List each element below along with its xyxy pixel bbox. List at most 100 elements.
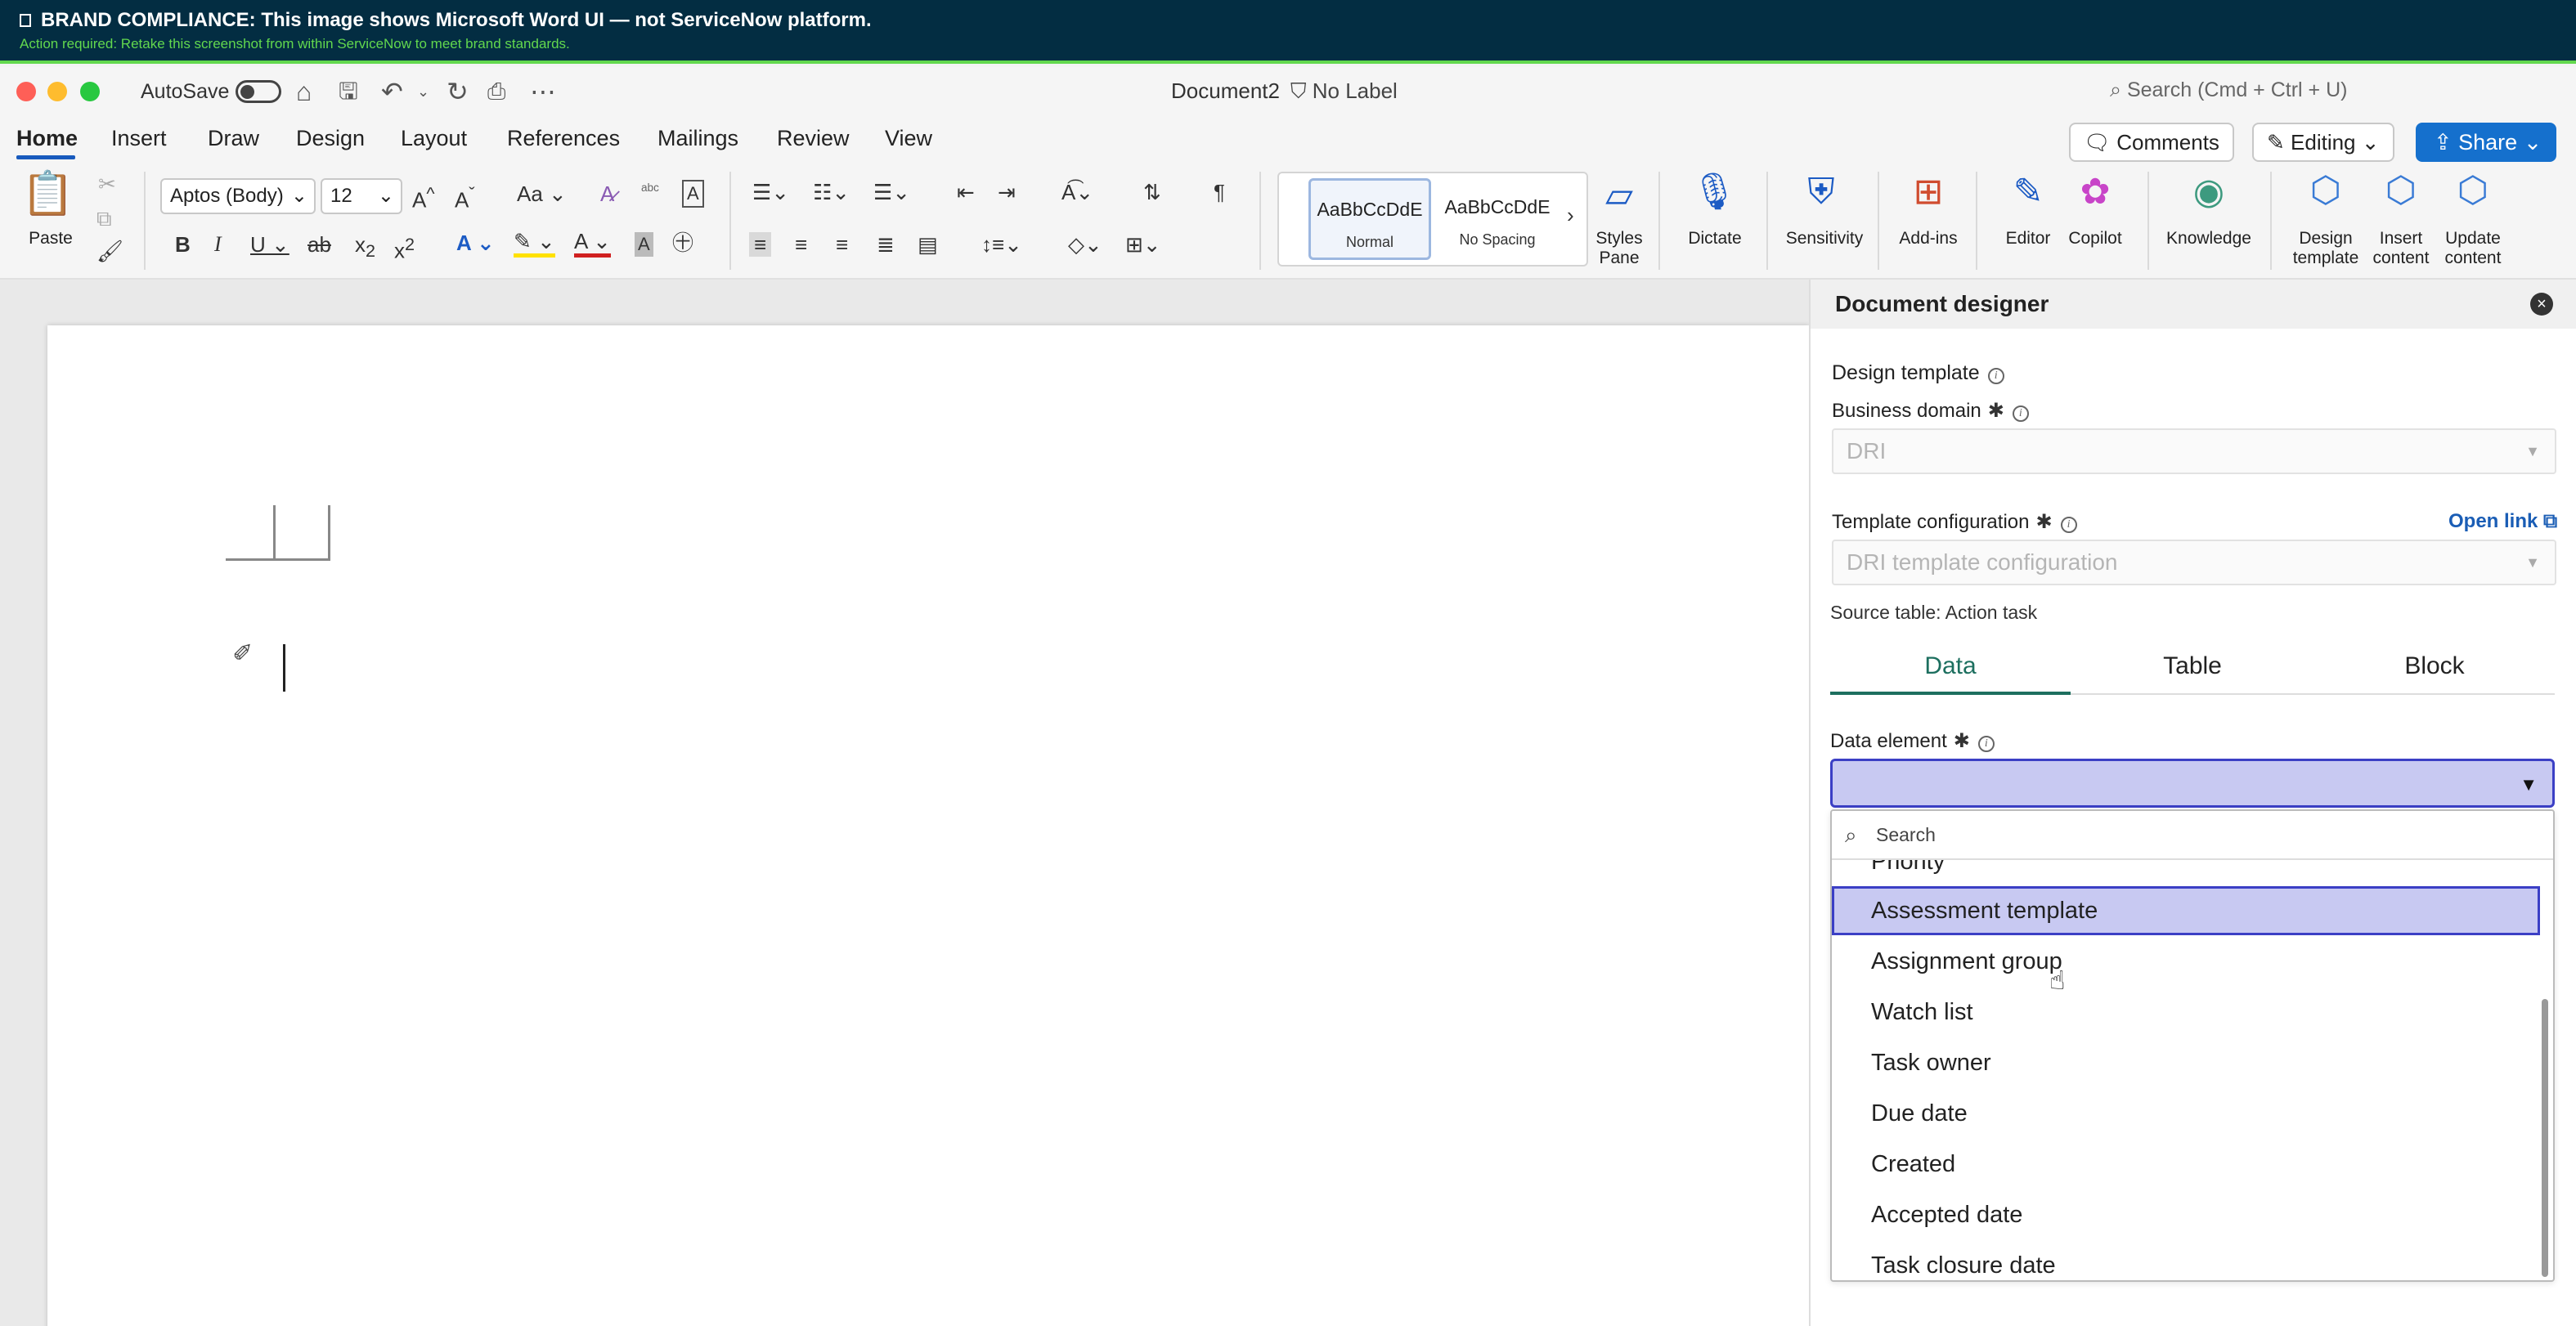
bold-icon[interactable]: B — [175, 232, 191, 257]
change-case-button[interactable]: Aa ⌄ — [517, 181, 567, 206]
add-ins-icon[interactable]: ⊞ — [1902, 172, 1954, 213]
tab-review[interactable]: Review — [777, 126, 850, 151]
tab-layout[interactable]: Layout — [401, 126, 467, 151]
open-link[interactable]: Open link ⧉ — [2448, 510, 2557, 533]
text-effects-abc-icon[interactable]: ᵃᵇᶜ — [641, 178, 659, 203]
business-domain-select[interactable]: DRI ▼ — [1832, 428, 2556, 474]
insert-content-icon[interactable]: ⬡ — [2375, 170, 2427, 211]
style-no-spacing[interactable]: AaBbCcDdE No Spacing — [1436, 178, 1559, 260]
text-effects-icon[interactable]: A ⌄ — [456, 231, 495, 255]
decrease-indent-icon[interactable]: ⇤ — [957, 180, 975, 204]
tab-mailings[interactable]: Mailings — [657, 126, 738, 151]
search-input[interactable]: ⌕ Search (Cmd + Ctrl + U) — [2110, 78, 2347, 102]
align-right-icon[interactable]: ≡ — [836, 232, 848, 257]
text-box-icon[interactable]: A — [682, 180, 704, 208]
increase-indent-icon[interactable]: ⇥ — [998, 180, 1016, 204]
knowledge-icon[interactable]: ◉ — [2180, 172, 2237, 213]
tab-insert[interactable]: Insert — [111, 126, 167, 151]
option-watch-list[interactable]: Watch list — [1832, 988, 2540, 1037]
option-created[interactable]: Created — [1832, 1140, 2540, 1189]
clear-formatting-icon[interactable]: A̷ — [600, 181, 614, 206]
update-content-icon[interactable]: ⬡ — [2447, 170, 2499, 211]
autosave-toggle[interactable] — [236, 80, 281, 103]
home-icon[interactable]: ⌂ — [296, 77, 312, 106]
shading-icon[interactable]: ◇⌄ — [1068, 232, 1102, 257]
copy-icon[interactable]: ⧉ — [96, 206, 112, 231]
tab-block[interactable]: Block — [2314, 652, 2555, 680]
print-icon[interactable]: ⎙ — [487, 77, 505, 106]
option-assignment-group[interactable]: Assignment group — [1832, 937, 2540, 986]
underline-icon[interactable]: U ⌄ — [250, 232, 289, 257]
character-shading-icon[interactable]: A — [635, 232, 653, 257]
close-icon[interactable]: × — [2530, 293, 2553, 316]
shrink-font-icon[interactable]: Aˇ — [455, 181, 475, 213]
info-icon[interactable]: i — [2060, 517, 2077, 533]
sort-icon[interactable]: ⇅ — [1143, 180, 1161, 204]
undo-icon[interactable]: ↶ — [381, 77, 403, 106]
grow-font-icon[interactable]: A^ — [412, 181, 435, 213]
microphone-icon[interactable]: 🎙 — [1691, 172, 1737, 213]
template-config-select[interactable]: DRI template configuration ▼ — [1832, 540, 2556, 585]
subscript-icon[interactable]: x2 — [355, 232, 375, 263]
font-color-icon[interactable]: A ⌄ — [574, 229, 611, 258]
option-assessment-template[interactable]: Assessment template — [1832, 886, 2540, 935]
show-formatting-icon[interactable]: ¶ — [1214, 180, 1225, 204]
numbering-icon[interactable]: ☷⌄ — [813, 180, 850, 204]
align-left-icon[interactable]: ≡ — [749, 232, 772, 257]
info-icon[interactable]: i — [1987, 368, 2004, 384]
format-painter-icon[interactable]: 🖌 — [96, 239, 123, 263]
sensitivity-icon[interactable]: ⛨ — [1793, 172, 1850, 213]
distributed-icon[interactable]: ▤ — [918, 232, 938, 257]
zoom-window-button[interactable] — [80, 82, 100, 101]
comments-button[interactable]: 🗨 Comments — [2069, 123, 2234, 162]
font-size-select[interactable]: 12 ⌄ — [321, 178, 402, 214]
editing-button[interactable]: ✎ Editing ⌄ — [2252, 123, 2394, 162]
copilot-icon[interactable]: ✿ — [2069, 172, 2121, 213]
justify-icon[interactable]: ≣ — [877, 232, 895, 257]
italic-icon[interactable]: I — [214, 232, 222, 257]
paste-icon[interactable]: 📋 — [21, 172, 74, 215]
tab-view[interactable]: View — [885, 126, 932, 151]
chevron-right-icon[interactable]: › — [1567, 203, 1574, 227]
option-priority[interactable]: Priority — [1832, 860, 2540, 886]
line-spacing-icon[interactable]: ↕≡⌄ — [981, 232, 1022, 257]
save-icon[interactable]: 🖫 — [339, 77, 358, 106]
minimize-window-button[interactable] — [47, 82, 67, 101]
info-icon[interactable]: i — [1977, 736, 1995, 752]
info-icon[interactable]: i — [2012, 405, 2029, 422]
data-element-select[interactable]: ▼ — [1830, 759, 2555, 808]
strikethrough-icon[interactable]: ab — [307, 232, 331, 257]
tab-draw[interactable]: Draw — [208, 126, 259, 151]
option-accepted-date[interactable]: Accepted date — [1832, 1190, 2540, 1239]
cut-icon[interactable]: ✂ — [98, 172, 116, 196]
dropdown-search-input[interactable]: ⌕ Search — [1832, 811, 2553, 860]
font-name-select[interactable]: Aptos (Body) ⌄ — [160, 178, 316, 214]
character-border-icon[interactable]: ㊉ — [672, 231, 693, 255]
multilevel-list-icon[interactable]: ☰⌄ — [873, 180, 910, 204]
tab-design[interactable]: Design — [296, 126, 365, 151]
option-task-owner[interactable]: Task owner — [1832, 1038, 2540, 1087]
tab-table[interactable]: Table — [2072, 652, 2313, 680]
share-button[interactable]: ⇪ Share ⌄ — [2416, 123, 2556, 162]
highlight-icon[interactable]: ✎ ⌄ — [514, 229, 555, 258]
option-task-closure-date[interactable]: Task closure date — [1832, 1241, 2540, 1280]
option-due-date[interactable]: Due date — [1832, 1089, 2540, 1138]
undo-dropdown-chevron-icon[interactable]: ⌄ — [417, 77, 429, 106]
tab-references[interactable]: References — [507, 126, 620, 151]
style-normal[interactable]: AaBbCcDdE Normal — [1308, 178, 1431, 260]
editor-icon[interactable]: ✎ — [2002, 172, 2054, 213]
design-template-icon[interactable]: ⬡ — [2300, 170, 2352, 211]
bullets-icon[interactable]: ☰⌄ — [752, 180, 789, 204]
text-direction-icon[interactable]: A͡⌄ — [1061, 180, 1093, 204]
redo-icon[interactable]: ↻ — [447, 77, 469, 106]
tab-data[interactable]: Data — [1830, 652, 2071, 680]
close-window-button[interactable] — [16, 82, 36, 101]
borders-icon[interactable]: ⊞⌄ — [1125, 232, 1161, 257]
more-icon[interactable]: ⋯ — [530, 77, 556, 106]
superscript-icon[interactable]: x2 — [394, 232, 415, 263]
insert-design-icon[interactable]: ✐ — [232, 639, 253, 668]
sensitivity-label[interactable]: ⛉ No Label — [1290, 78, 1398, 105]
tab-home[interactable]: Home — [16, 126, 78, 151]
document-page[interactable]: ✐ — [47, 325, 1809, 1326]
align-center-icon[interactable]: ≡ — [795, 232, 807, 257]
